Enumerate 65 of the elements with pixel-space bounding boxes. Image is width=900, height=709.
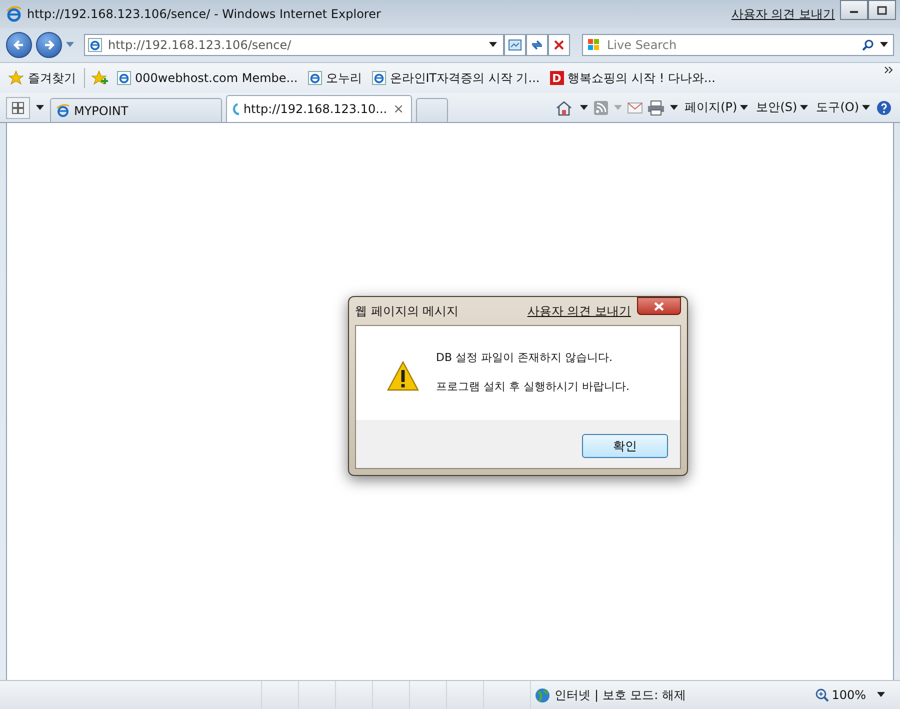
security-zone-status[interactable]: 인터넷 | 보호 모드: 해제 bbox=[530, 681, 805, 709]
maximize-icon bbox=[877, 6, 887, 14]
caret-icon bbox=[800, 105, 808, 110]
refresh-icon bbox=[530, 38, 544, 52]
browser-tab[interactable]: MYPOINT bbox=[50, 98, 222, 122]
ie-logo-icon bbox=[56, 104, 70, 118]
more-chevron-icon[interactable] bbox=[884, 66, 894, 74]
add-favorite-icon[interactable] bbox=[91, 70, 109, 86]
close-button[interactable] bbox=[637, 297, 681, 315]
page-icon bbox=[117, 71, 131, 85]
compatibility-button[interactable] bbox=[504, 34, 526, 56]
warning-icon bbox=[386, 360, 420, 392]
page-chart-icon bbox=[508, 38, 522, 52]
page-icon bbox=[372, 71, 386, 85]
zoom-control[interactable]: 100% bbox=[814, 688, 866, 702]
star-icon bbox=[8, 70, 24, 86]
quick-tabs-button[interactable] bbox=[6, 97, 30, 119]
command-menu[interactable]: 페이지(P) bbox=[682, 99, 750, 116]
mail-icon[interactable] bbox=[626, 100, 643, 114]
dropdown-icon[interactable] bbox=[34, 104, 46, 110]
address-field[interactable]: http://192.168.123.106/sence/ bbox=[84, 34, 504, 56]
page-icon bbox=[88, 38, 102, 52]
dropdown-icon[interactable] bbox=[668, 104, 679, 110]
ie-logo-icon bbox=[6, 6, 22, 22]
favorites-button[interactable]: 즐겨찾기 bbox=[6, 70, 78, 86]
maximize-button[interactable] bbox=[868, 0, 896, 20]
caret-icon bbox=[862, 105, 870, 110]
dropdown-icon[interactable] bbox=[578, 104, 589, 110]
printer-icon[interactable] bbox=[646, 100, 665, 116]
favorite-link[interactable]: 000webhost.com Membe... bbox=[115, 71, 300, 85]
page-icon bbox=[308, 71, 322, 85]
dialog-title: 웹 페이지의 메시지 bbox=[355, 302, 459, 320]
loading-icon bbox=[232, 102, 240, 116]
dialog-message: DB 설정 파일이 존재하지 않습니다. bbox=[436, 350, 614, 365]
window-title: http://192.168.123.106/sence/ - Windows Internet Explorer bbox=[27, 7, 381, 21]
stop-button[interactable] bbox=[548, 34, 570, 56]
dropdown-icon[interactable] bbox=[876, 692, 886, 698]
grid-icon bbox=[12, 102, 24, 114]
dialog-message: 프로그램 설치 후 실행하시기 바랍니다. bbox=[436, 379, 630, 394]
dropdown-icon[interactable] bbox=[489, 42, 497, 48]
minimize-button[interactable] bbox=[840, 0, 868, 20]
help-icon[interactable] bbox=[876, 100, 894, 116]
favorite-link[interactable]: 온라인IT자격증의 시작 기... bbox=[370, 70, 542, 86]
back-button[interactable] bbox=[6, 32, 32, 58]
globe-icon bbox=[534, 688, 550, 702]
command-menu[interactable]: 보안(S) bbox=[754, 99, 810, 116]
feedback-link[interactable]: 사용자 의견 보내기 bbox=[731, 6, 835, 22]
ok-button[interactable]: 확인 bbox=[582, 434, 668, 458]
browser-tab[interactable]: http://192.168.123.10... × bbox=[226, 95, 412, 122]
refresh-button[interactable] bbox=[526, 34, 548, 56]
forward-button[interactable] bbox=[36, 32, 62, 58]
feedback-link[interactable]: 사용자 의견 보내기 bbox=[527, 302, 631, 320]
zoom-icon bbox=[814, 688, 829, 702]
command-menu[interactable]: 도구(O) bbox=[814, 99, 872, 116]
stop-icon bbox=[553, 39, 565, 51]
dropdown-icon[interactable] bbox=[880, 42, 888, 48]
search-icon[interactable] bbox=[862, 39, 874, 51]
forward-arrow-icon bbox=[42, 38, 56, 52]
windows-flag-icon bbox=[587, 38, 601, 52]
favorite-link[interactable]: 오누리 bbox=[306, 70, 364, 86]
caret-icon bbox=[740, 105, 748, 110]
close-icon bbox=[654, 302, 664, 310]
search-field[interactable]: Live Search bbox=[582, 34, 894, 56]
favorite-link[interactable]: D 행복쇼핑의 시작 ! 다나와... bbox=[548, 70, 718, 86]
back-arrow-icon bbox=[12, 38, 26, 52]
